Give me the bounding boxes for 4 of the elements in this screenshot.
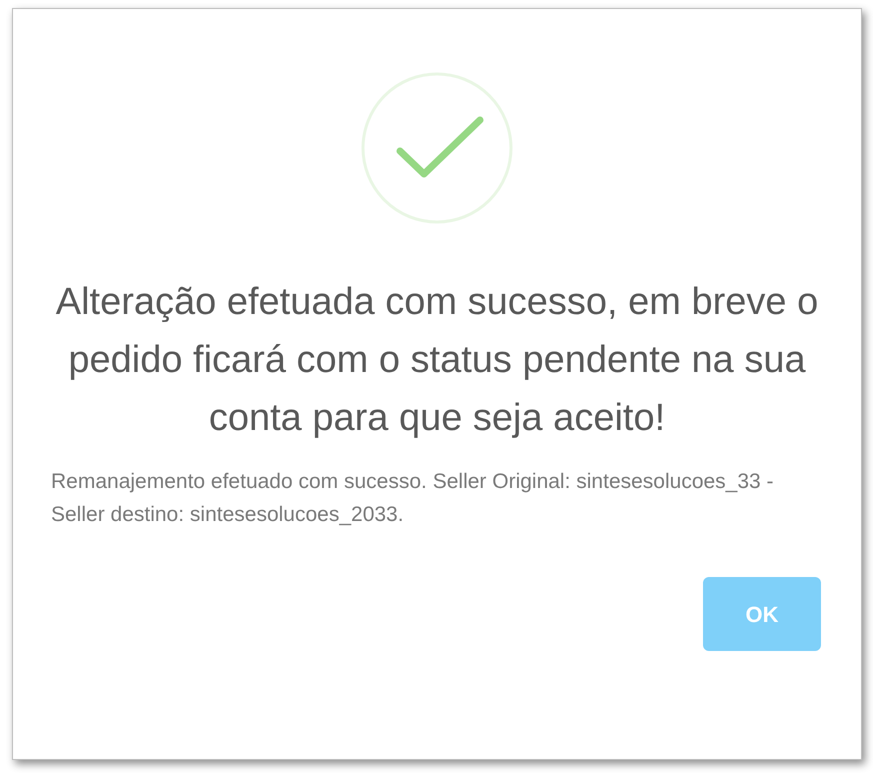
success-check-icon xyxy=(360,71,514,225)
ok-button[interactable]: OK xyxy=(703,577,821,651)
dialog-title: Alteração efetuada com sucesso, em breve o pedido ficará com o status pendente na sua conta para que seja aceito! xyxy=(54,280,820,441)
dialog-message: Remanajemento efetuado com sucesso. Seller Original: sintesesolucoes_33 -Seller destino: sintesesolucoes_2033. xyxy=(51,469,775,528)
